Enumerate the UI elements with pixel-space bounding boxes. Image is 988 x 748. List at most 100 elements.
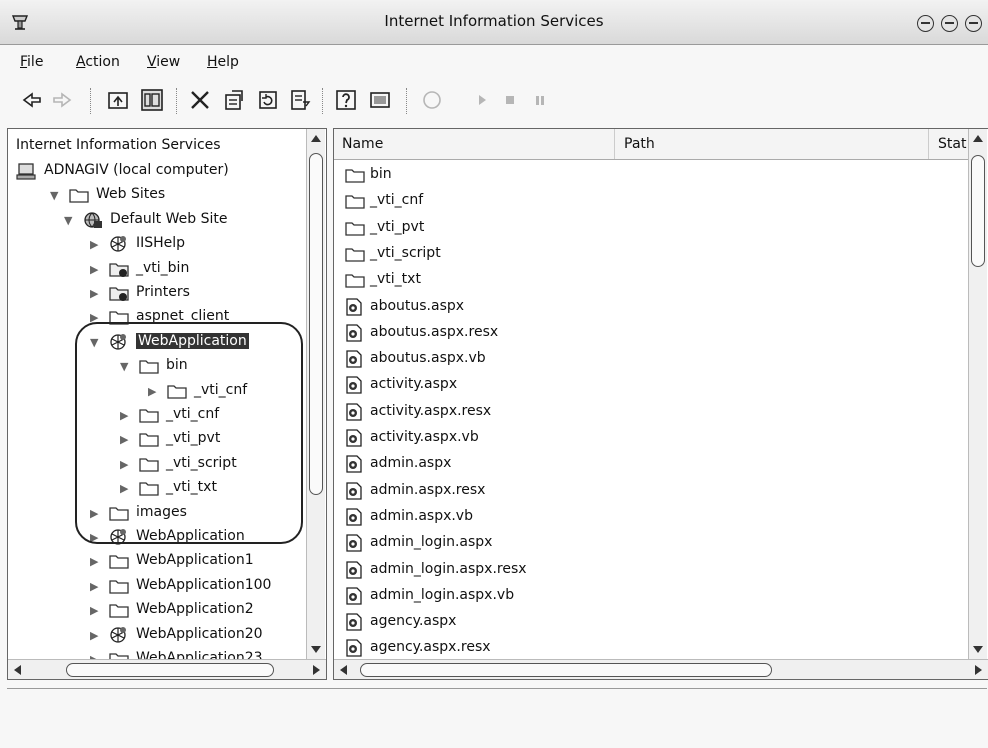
expand-arrow-icon[interactable]: ▶ <box>90 263 104 277</box>
expand-arrow-icon[interactable]: ▶ <box>120 458 134 472</box>
expand-arrow-icon[interactable]: ▶ <box>90 311 104 325</box>
tree-item-label: _vti_script <box>166 454 237 471</box>
list-column-header: Name Path Stat <box>334 129 970 160</box>
minimize-button[interactable] <box>917 15 934 32</box>
aspx-file-icon <box>344 428 364 448</box>
collapse-arrow-icon[interactable]: ▼ <box>64 214 78 228</box>
folder-icon <box>108 576 130 596</box>
expand-arrow-icon[interactable]: ▶ <box>90 507 104 521</box>
expand-arrow-icon[interactable]: ▶ <box>120 482 134 496</box>
maximize-button[interactable] <box>941 15 958 32</box>
folder-icon <box>108 307 130 327</box>
list-item-name: admin.aspx.vb <box>370 507 473 524</box>
column-name[interactable]: Name <box>334 129 615 159</box>
expand-arrow-icon[interactable]: ▶ <box>90 604 104 618</box>
web-app-icon <box>108 527 130 547</box>
properties-icon[interactable] <box>222 88 246 112</box>
tree-hscroll-thumb[interactable] <box>66 663 274 677</box>
help-icon[interactable] <box>334 88 358 112</box>
forward-icon[interactable] <box>50 88 74 112</box>
list-horizontal-scrollbar[interactable] <box>334 659 988 679</box>
pause-icon[interactable] <box>528 88 552 112</box>
folder-icon <box>68 185 90 205</box>
stop-square-icon[interactable] <box>498 88 522 112</box>
tree-scroll-thumb[interactable] <box>309 153 323 495</box>
folder-icon <box>344 165 365 185</box>
tree-panel[interactable]: Internet Information Services ADNAGIV (l… <box>7 128 327 680</box>
export-list-icon[interactable] <box>288 88 312 112</box>
play-icon[interactable] <box>470 88 494 112</box>
tree-item-label: Printers <box>136 284 190 300</box>
scroll-left-arrow[interactable] <box>14 665 21 675</box>
list-scroll-thumb[interactable] <box>971 155 985 267</box>
tree-item-label: _vti_cnf <box>166 406 220 422</box>
list-item-name: agency.aspx.resx <box>370 639 491 656</box>
scroll-up-arrow[interactable] <box>973 135 983 142</box>
tree-vertical-scrollbar[interactable] <box>306 129 325 659</box>
expand-arrow-icon[interactable]: ▶ <box>120 409 134 423</box>
web-app-icon <box>108 234 130 254</box>
tree-header: Internet Information Services <box>16 137 221 153</box>
back-icon[interactable] <box>20 88 44 112</box>
title-bar[interactable]: Internet Information Services <box>0 0 988 45</box>
close-button[interactable] <box>965 15 982 32</box>
menu-action[interactable]: Action <box>76 54 120 70</box>
scroll-down-arrow[interactable] <box>973 646 983 653</box>
aspx-file-icon <box>344 481 364 501</box>
window-title: Internet Information Services <box>384 12 604 30</box>
folder-icon <box>344 218 365 238</box>
list-item-name: _vti_cnf <box>370 192 424 209</box>
tree-item-label: bin <box>166 357 188 374</box>
show-tree-icon[interactable] <box>140 88 164 112</box>
collapse-arrow-icon[interactable]: ▼ <box>120 360 134 374</box>
aspx-file-icon <box>344 402 364 422</box>
delete-icon[interactable] <box>188 88 212 112</box>
list-item-name: aboutus.aspx.vb <box>370 350 486 367</box>
expand-arrow-icon[interactable]: ▶ <box>90 629 104 643</box>
list-item-name: aboutus.aspx <box>370 297 465 314</box>
expand-arrow-icon[interactable]: ▶ <box>90 580 104 594</box>
expand-arrow-icon[interactable]: ▶ <box>120 433 134 447</box>
folder-icon <box>344 244 365 264</box>
column-path[interactable]: Path <box>616 129 929 159</box>
list-item-name: admin.aspx <box>370 455 452 472</box>
list-item-name: _vti_script <box>370 244 441 261</box>
aspx-file-icon <box>344 454 364 474</box>
expand-arrow-icon[interactable]: ▶ <box>90 238 104 252</box>
list-item-name: activity.aspx <box>370 376 458 393</box>
expand-arrow-icon[interactable]: ▶ <box>90 555 104 569</box>
list-vertical-scrollbar[interactable] <box>968 129 987 659</box>
scroll-up-arrow[interactable] <box>311 135 321 142</box>
menu-bar: File Action View Help <box>0 50 988 74</box>
menu-help[interactable]: Help <box>207 54 239 70</box>
aspx-file-icon <box>344 323 364 343</box>
up-level-icon[interactable] <box>106 88 130 112</box>
console-icon[interactable] <box>368 88 392 112</box>
folder-icon <box>108 503 130 523</box>
stop-icon[interactable] <box>420 88 444 112</box>
content-list-panel[interactable]: Name Path Stat bin _vti_cnf _vti_pvt _vti_s… <box>333 128 988 680</box>
list-item-name: agency.aspx <box>370 613 457 630</box>
scroll-right-arrow[interactable] <box>313 665 320 675</box>
collapse-arrow-icon[interactable]: ▼ <box>50 189 64 203</box>
list-hscroll-thumb[interactable] <box>360 663 772 677</box>
expand-arrow-icon[interactable]: ▶ <box>90 531 104 545</box>
tree-item-label: Default Web Site <box>110 210 228 227</box>
tree-item-label: _vti_txt <box>166 479 217 496</box>
scroll-down-arrow[interactable] <box>311 646 321 653</box>
refresh-icon[interactable] <box>256 88 280 112</box>
scroll-right-arrow[interactable] <box>975 665 982 675</box>
folder-icon <box>138 405 160 425</box>
tree-item-label: images <box>136 503 187 520</box>
virtual-dir-icon <box>108 283 130 303</box>
tree-horizontal-scrollbar[interactable] <box>8 659 326 679</box>
scroll-left-arrow[interactable] <box>340 665 347 675</box>
list-item-name: admin_login.aspx.resx <box>370 560 527 577</box>
list-item-name: activity.aspx.vb <box>370 429 479 445</box>
menu-view[interactable]: View <box>147 54 180 70</box>
expand-arrow-icon[interactable]: ▶ <box>90 287 104 301</box>
collapse-arrow-icon[interactable]: ▼ <box>90 336 104 350</box>
menu-file[interactable]: File <box>20 54 43 70</box>
expand-arrow-icon[interactable]: ▶ <box>148 385 162 399</box>
computer-icon <box>16 161 38 181</box>
